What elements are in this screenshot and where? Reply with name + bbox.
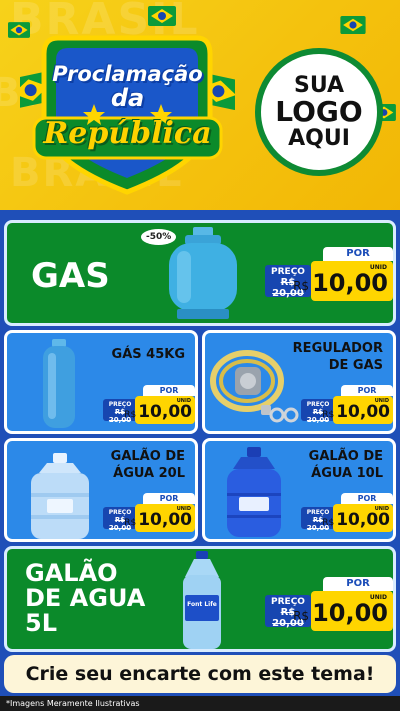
product-name-line-3: 5L xyxy=(25,609,57,638)
gas-regulator-icon xyxy=(210,350,299,423)
preco-label: PREÇO xyxy=(271,267,305,277)
currency: R$ xyxy=(322,518,335,528)
water-jug-10l-icon xyxy=(227,447,281,537)
preco-label: PREÇO xyxy=(306,401,330,408)
unit-label: UNID xyxy=(176,506,191,512)
unit-label: UNID xyxy=(176,398,191,404)
product-name-line-2: ÁGUA 10L xyxy=(311,465,383,481)
product-card-gas-45kg[interactable]: GÁS 45KG POR PREÇO R$ 20,00 R$ 10,00 UNI… xyxy=(4,330,198,434)
product-name: GALÃO DE AGUA 5L xyxy=(25,559,146,638)
price-tag: POR PREÇO R$ 20,00 R$ 10,00 UNID xyxy=(265,247,393,303)
product-name-line-2: DE GAS xyxy=(328,357,383,373)
new-price-box: R$ 10,00 UNID xyxy=(124,504,195,532)
price-value: 10,00 xyxy=(336,402,390,422)
por-label: POR xyxy=(143,493,195,504)
new-price-box: R$ 10,00 UNID xyxy=(124,396,195,424)
brand-label: Font Life xyxy=(187,601,217,608)
product-name-line-2: DE AGUA xyxy=(25,584,146,613)
product-card-regulador[interactable]: REGULADOR DE GAS POR PREÇO R$ 20,00 R$ 1… xyxy=(202,330,396,434)
unit-label: UNID xyxy=(369,264,387,271)
price-tag: POR PREÇO R$ 20,00 R$ 10,00 UNID xyxy=(103,385,195,425)
por-label: POR xyxy=(323,577,393,591)
unit-label: UNID xyxy=(374,506,389,512)
logo-text-line-3: AQUI xyxy=(288,125,350,151)
por-label: POR xyxy=(341,493,393,504)
title-line-2: da xyxy=(110,84,145,112)
price-tag: POR PREÇO R$ 20,00 R$ 10,00 UNID xyxy=(265,577,393,633)
title-line-1: Proclamação xyxy=(52,62,203,86)
product-name-line-1: GALÃO DE xyxy=(110,449,185,464)
price-tag: POR PREÇO R$ 20,00 R$ 10,00 UNID xyxy=(301,385,393,425)
price-value: 10,00 xyxy=(138,510,192,530)
por-label: POR xyxy=(323,247,393,261)
product-card-galao-5l[interactable]: GALÃO DE AGUA 5L Font Life POR PREÇO R$ … xyxy=(4,546,396,652)
tall-gas-cylinder-icon xyxy=(43,339,75,428)
brazil-flag-icon xyxy=(148,6,176,26)
currency: R$ xyxy=(293,609,310,623)
product-name-line-1: REGULADOR xyxy=(292,341,383,356)
product-name: GÁS 45KG xyxy=(111,347,185,362)
new-price-box: R$ 10,00 UNID xyxy=(322,396,393,424)
unit-label: UNID xyxy=(369,594,387,601)
product-name: GALÃO DE ÁGUA 10L xyxy=(309,449,383,483)
preco-label: PREÇO xyxy=(271,597,305,607)
price-tag: POR PREÇO R$ 20,00 R$ 10,00 UNID xyxy=(103,493,195,533)
unit-label: UNID xyxy=(374,398,389,404)
currency: R$ xyxy=(293,279,310,293)
water-jug-20l-icon xyxy=(31,453,89,539)
product-name: GAS xyxy=(31,256,110,296)
brazil-flag-icon xyxy=(340,16,366,34)
preco-label: PREÇO xyxy=(108,509,132,516)
price-value: 10,00 xyxy=(138,402,192,422)
currency: R$ xyxy=(322,410,335,420)
product-card-gas[interactable]: GAS -50% POR PREÇO R$ 20,00 R$ 10,00 UNI… xyxy=(4,220,396,326)
product-name: REGULADOR DE GAS xyxy=(293,341,383,375)
price-value: 10,00 xyxy=(336,510,390,530)
product-card-galao-20l[interactable]: GALÃO DE ÁGUA 20L POR PREÇO R$ 20,00 R$ … xyxy=(4,438,198,542)
price-value: 10,00 xyxy=(312,599,388,627)
product-name-line-1: GALÃO DE xyxy=(308,449,383,464)
header-banner: BRASIL BRASIL BRASIL Proclamação da xyxy=(0,0,400,210)
product-name-line-1: GALÃO xyxy=(25,559,118,587)
new-price-box: R$ 10,00 UNID xyxy=(293,591,393,631)
logo-text-line-2: LOGO xyxy=(275,95,363,129)
logo-placeholder[interactable]: SUA LOGO AQUI xyxy=(255,48,383,176)
product-card-galao-10l[interactable]: GALÃO DE ÁGUA 10L POR PREÇO R$ 20,00 R$ … xyxy=(202,438,396,542)
new-price-box: R$ 10,00 UNID xyxy=(322,504,393,532)
logo-text-line-1: SUA xyxy=(293,73,345,99)
title-line-3: República xyxy=(43,116,212,151)
product-name-line-2: ÁGUA 20L xyxy=(113,465,185,481)
republic-shield-emblem: Proclamação da República xyxy=(20,32,235,202)
gas-cylinder-icon xyxy=(169,227,237,319)
por-label: POR xyxy=(341,385,393,396)
new-price-box: R$ 10,00 UNID xyxy=(293,261,393,301)
price-tag: POR PREÇO R$ 20,00 R$ 10,00 UNID xyxy=(301,493,393,533)
product-name: GALÃO DE ÁGUA 20L xyxy=(111,449,185,483)
preco-label: PREÇO xyxy=(108,401,132,408)
currency: R$ xyxy=(124,410,137,420)
price-value: 10,00 xyxy=(312,269,388,297)
cta-banner[interactable]: Crie seu encarte com este tema! xyxy=(4,655,396,693)
preco-label: PREÇO xyxy=(306,509,330,516)
currency: R$ xyxy=(124,518,137,528)
footer-disclaimer: *Imagens Meramente Ilustrativas xyxy=(0,696,400,711)
por-label: POR xyxy=(143,385,195,396)
